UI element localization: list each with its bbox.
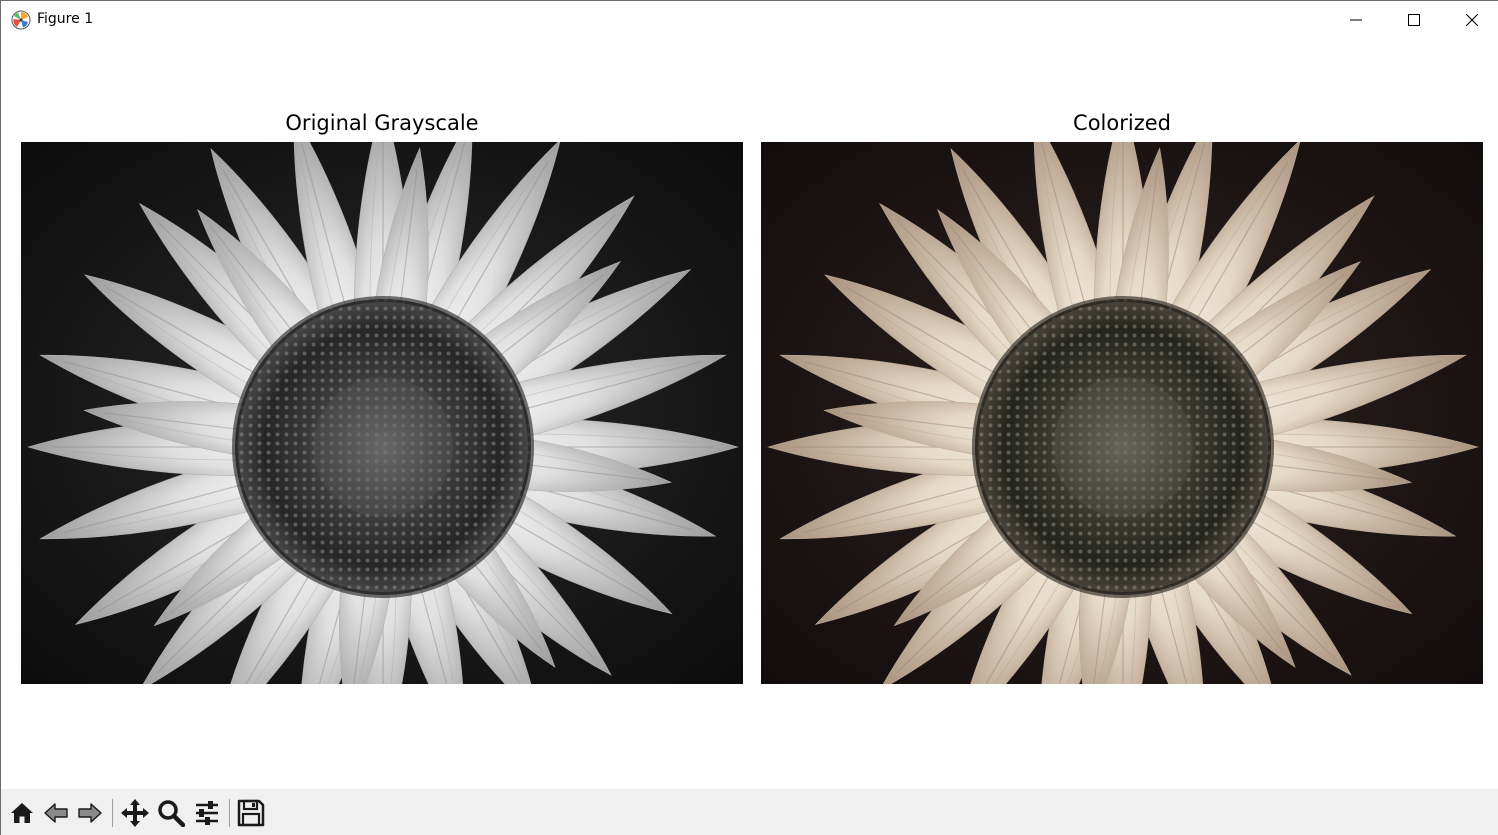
- zoom-button[interactable]: [154, 795, 188, 831]
- pan-move-icon: [121, 799, 149, 827]
- maximize-icon: [1408, 14, 1420, 26]
- minimize-icon: [1350, 19, 1362, 21]
- title-bar[interactable]: Figure 1: [1, 1, 1498, 39]
- sunflower-colorized-picture: [761, 142, 1483, 684]
- figure-window: Figure 1 Original Grayscale Colorized: [0, 0, 1498, 835]
- home-icon: [11, 803, 33, 823]
- maximize-button[interactable]: [1385, 1, 1443, 39]
- back-button[interactable]: [39, 795, 73, 831]
- figure-canvas[interactable]: Original Grayscale Colorized: [1, 39, 1498, 789]
- sunflower-grayscale-picture: [21, 142, 743, 684]
- colorized-image[interactable]: [761, 142, 1483, 684]
- configure-subplots-icon: [196, 801, 218, 825]
- close-icon: [1466, 14, 1478, 26]
- navigation-toolbar: [1, 789, 1498, 835]
- back-arrow-icon: [44, 803, 68, 823]
- minimize-button[interactable]: [1327, 1, 1385, 39]
- axes-title-original: Original Grayscale: [285, 111, 479, 135]
- grayscale-image[interactable]: [21, 142, 743, 684]
- toolbar-separator: [112, 799, 113, 827]
- forward-arrow-icon: [78, 803, 102, 823]
- window-title: Figure 1: [37, 11, 94, 27]
- axes-title-colorized: Colorized: [1073, 111, 1171, 135]
- configure-subplots-button[interactable]: [190, 795, 224, 831]
- toolbar-separator: [229, 799, 230, 827]
- save-floppy-icon: [237, 799, 265, 827]
- close-button[interactable]: [1443, 1, 1498, 39]
- matplotlib-icon: [11, 10, 31, 30]
- forward-button[interactable]: [73, 795, 107, 831]
- pan-button[interactable]: [118, 795, 152, 831]
- zoom-magnifier-icon: [158, 800, 185, 827]
- home-button[interactable]: [5, 795, 39, 831]
- save-button[interactable]: [234, 795, 268, 831]
